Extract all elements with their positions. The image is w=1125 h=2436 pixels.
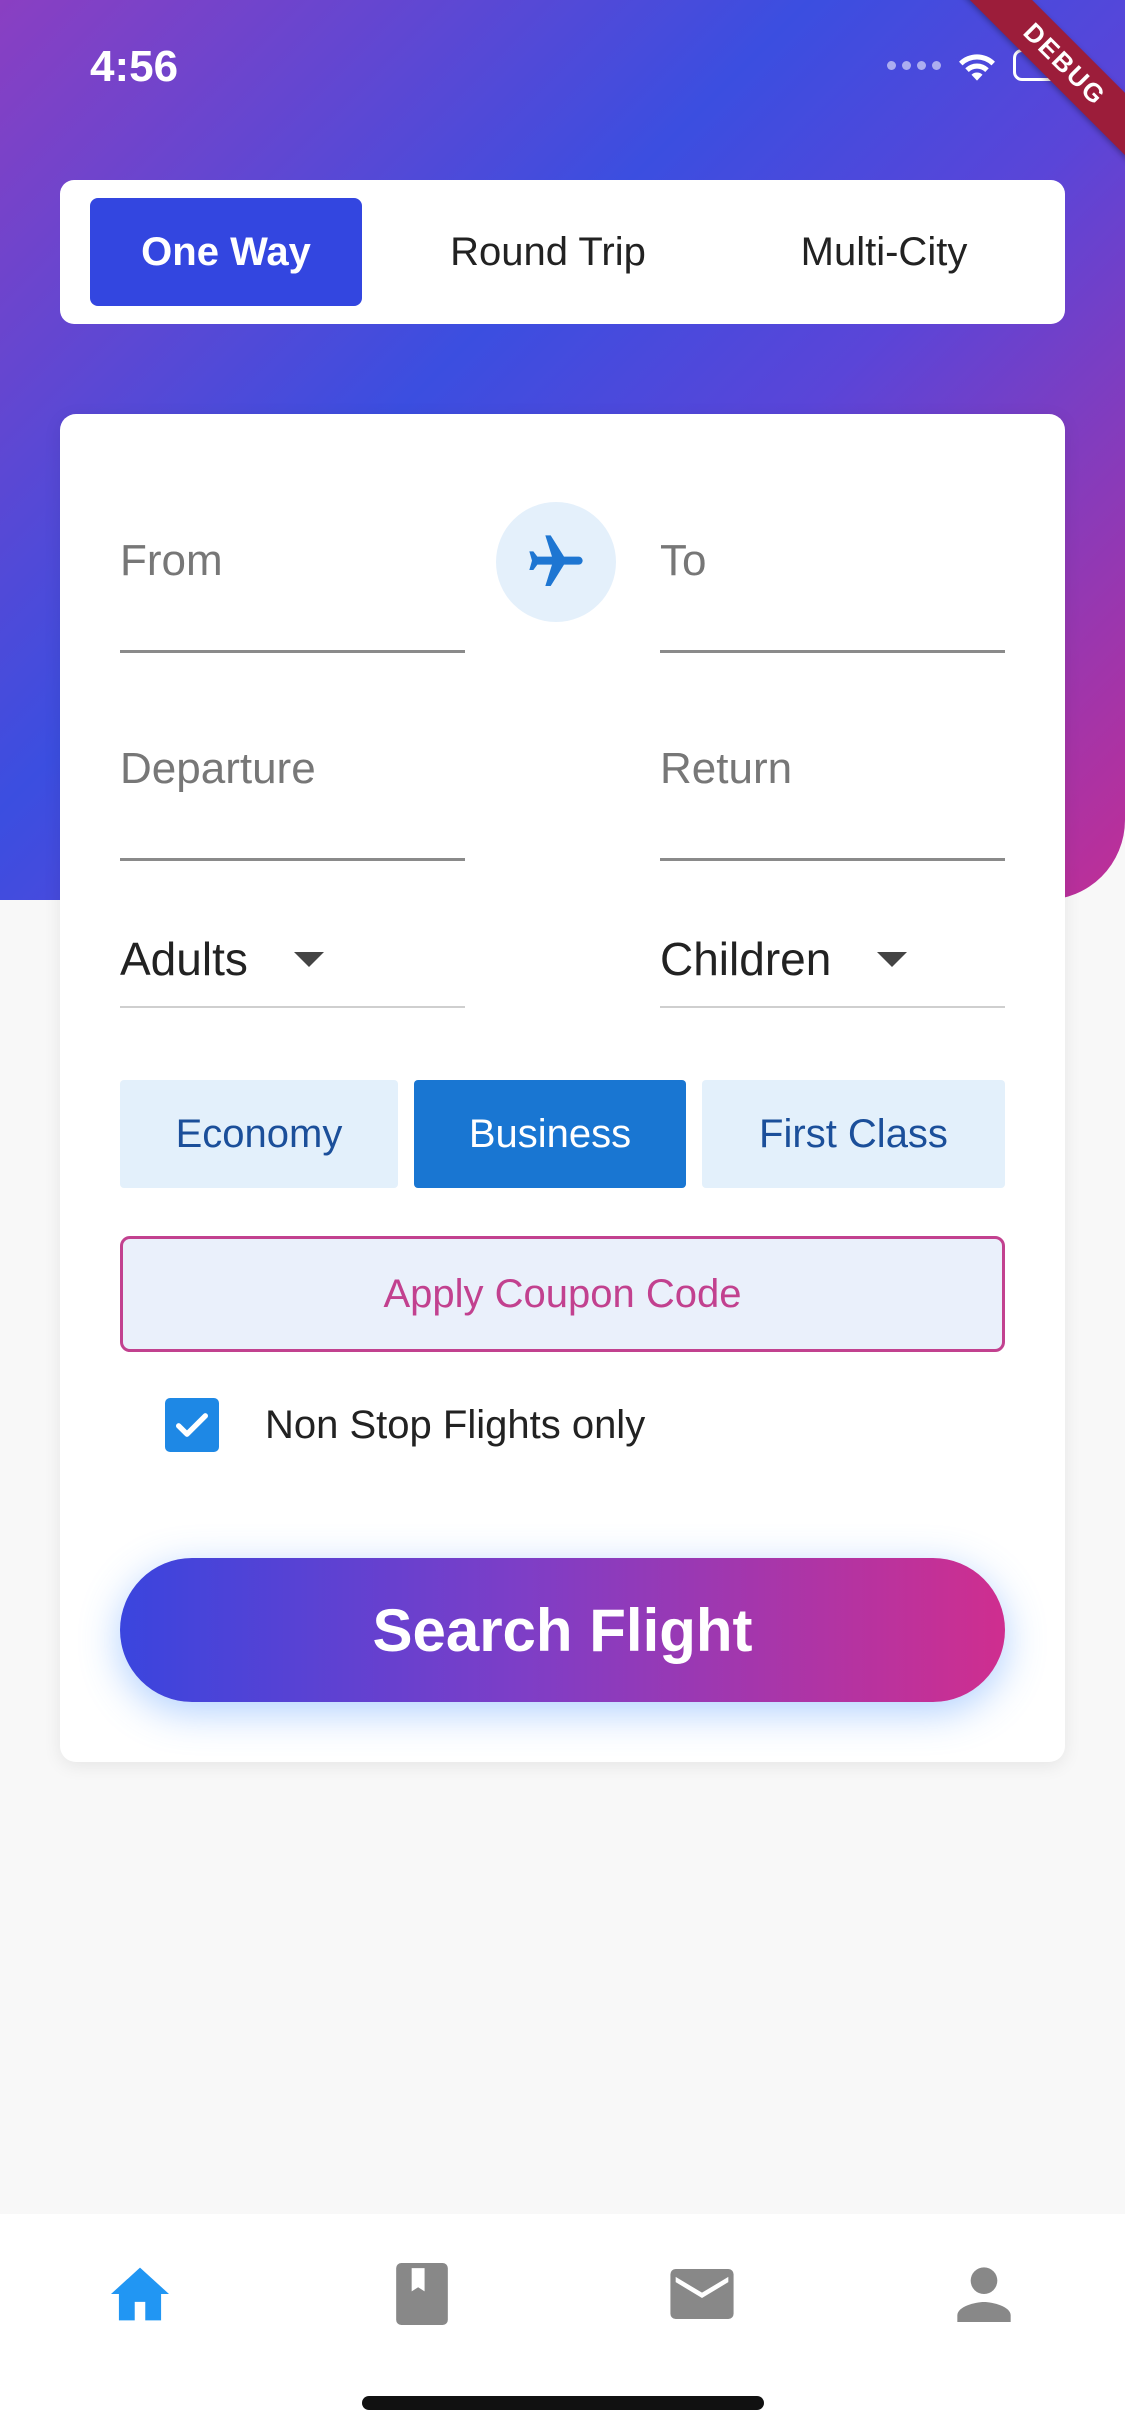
airplane-icon bbox=[529, 535, 583, 586]
nav-bookings[interactable] bbox=[362, 2244, 482, 2344]
adults-label: Adults bbox=[120, 933, 248, 985]
from-field[interactable]: From bbox=[120, 536, 465, 653]
nonstop-option: Non Stop Flights only bbox=[165, 1398, 645, 1452]
to-field[interactable]: To bbox=[660, 536, 1005, 653]
book-icon bbox=[396, 2263, 448, 2325]
home-indicator bbox=[362, 2396, 764, 2410]
departure-field[interactable]: Departure bbox=[120, 744, 465, 861]
adults-dropdown[interactable]: Adults bbox=[120, 932, 465, 1008]
mail-icon bbox=[670, 2269, 734, 2319]
chevron-down-icon bbox=[877, 951, 908, 967]
tab-one-way[interactable]: One Way bbox=[90, 198, 362, 306]
person-icon bbox=[957, 2267, 1011, 2322]
wifi-icon bbox=[959, 54, 995, 81]
nonstop-checkbox[interactable] bbox=[165, 1398, 219, 1452]
swap-button[interactable] bbox=[496, 502, 616, 622]
trip-type-tabs: One Way Round Trip Multi-City bbox=[60, 180, 1065, 324]
nav-profile[interactable] bbox=[924, 2244, 1044, 2344]
status-time: 4:56 bbox=[90, 42, 179, 91]
check-icon bbox=[176, 1413, 208, 1437]
search-form-card: From To Departure Return Adults Children… bbox=[60, 414, 1065, 1762]
return-field[interactable]: Return bbox=[660, 744, 1005, 861]
class-economy-button[interactable]: Economy bbox=[120, 1080, 398, 1188]
nav-messages[interactable] bbox=[642, 2244, 762, 2344]
class-first-button[interactable]: First Class bbox=[702, 1080, 1005, 1188]
nav-home[interactable] bbox=[80, 2244, 200, 2344]
nonstop-label: Non Stop Flights only bbox=[265, 1402, 646, 1447]
home-icon bbox=[111, 2267, 169, 2321]
apply-coupon-button[interactable]: Apply Coupon Code bbox=[120, 1236, 1005, 1352]
children-dropdown[interactable]: Children bbox=[660, 932, 1005, 1008]
class-business-button[interactable]: Business bbox=[414, 1080, 686, 1188]
signal-icon bbox=[887, 60, 941, 70]
chevron-down-icon bbox=[293, 951, 324, 967]
children-label: Children bbox=[660, 933, 832, 985]
search-flight-button[interactable]: Search Flight bbox=[120, 1558, 1005, 1702]
tab-multi-city[interactable]: Multi-City bbox=[734, 198, 1034, 306]
tab-round-trip[interactable]: Round Trip bbox=[362, 198, 734, 306]
